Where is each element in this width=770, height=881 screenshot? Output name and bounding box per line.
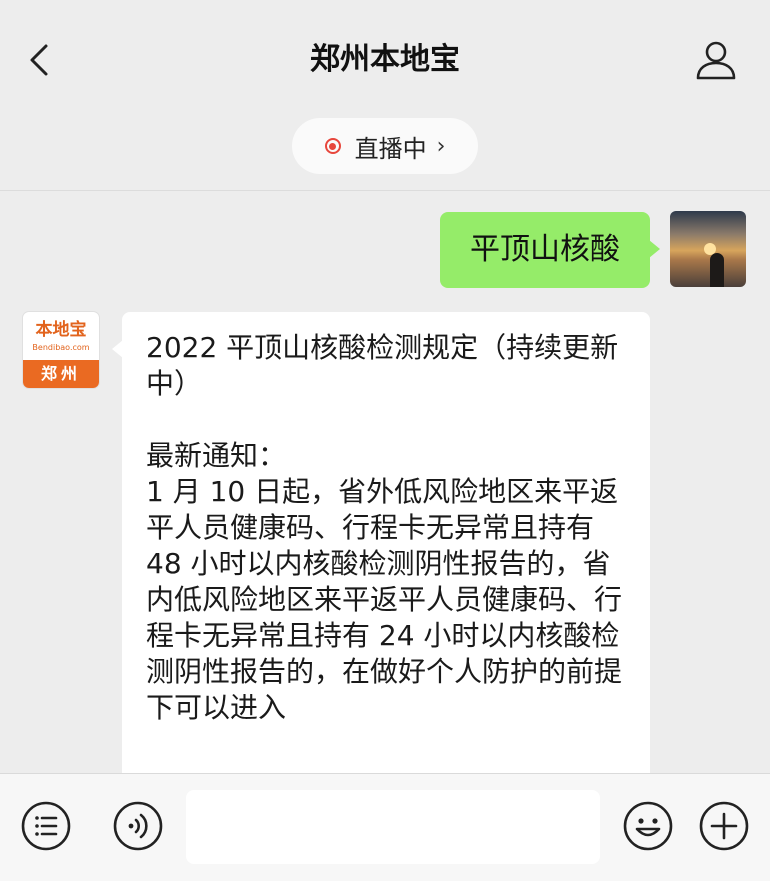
input-toolbar [0,773,770,881]
bot-avatar[interactable]: 本地宝 Bendibao.com 郑州 [23,312,99,388]
user-avatar[interactable] [670,211,746,287]
logo-text: 本地宝 [35,320,87,340]
user-message-text: 平顶山核酸 [470,232,620,267]
list-icon [21,801,71,851]
user-message-bubble[interactable]: 平顶山核酸 [440,212,660,288]
emoji-icon [623,801,673,851]
nav-bar: 郑州本地宝 直播中 › [0,0,770,191]
message-title: 2022 平顶山核酸检测规定（持续更新中） [146,331,619,400]
more-button[interactable] [698,800,750,852]
live-stream-button[interactable]: 直播中 › [292,118,478,174]
chat-area[interactable]: 平顶山核酸 本地宝 Bendibao.com 郑州 2022 平顶山核酸检测规定… [0,191,770,773]
plus-icon [699,801,749,851]
user-icon [696,41,736,80]
voice-icon [113,801,163,851]
menu-button[interactable] [20,800,72,852]
live-label: 直播中 [354,134,427,163]
live-indicator-icon [324,138,341,154]
chevron-right-icon: › [436,133,446,159]
message-body: 1 月 10 日起，省外低风险地区来平返平人员健康码、行程卡无异常且持有 48 … [146,475,623,724]
voice-button[interactable] [112,800,164,852]
message-input[interactable] [186,790,600,864]
profile-button[interactable] [694,38,738,82]
logo-city: 郑州 [23,360,99,388]
silhouette [710,253,724,287]
page-title: 郑州本地宝 [310,42,460,77]
message-label: 最新通知： [146,439,287,472]
emoji-button[interactable] [622,800,674,852]
bot-message-bubble[interactable]: 2022 平顶山核酸检测规定（持续更新中） 最新通知： 1 月 10 日起，省外… [112,312,650,773]
logo-url: Bendibao.com [32,343,90,352]
